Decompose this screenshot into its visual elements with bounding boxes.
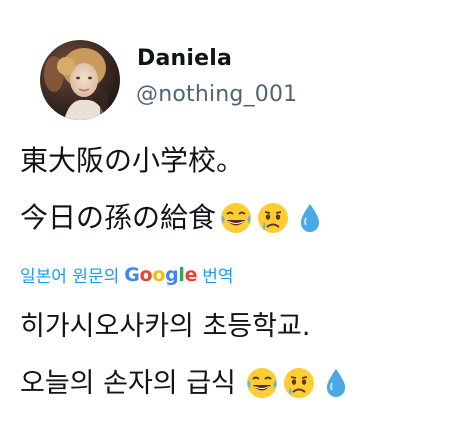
avatar[interactable]	[40, 40, 120, 120]
translation-prefix: 일본어 원문의	[20, 267, 120, 287]
droplet-icon	[319, 366, 353, 400]
translated-text: 오늘의 손자의 급식	[20, 367, 236, 399]
tweet-text: 今日の孫の給食	[20, 201, 217, 234]
face-with-tears-of-joy-icon	[219, 201, 253, 235]
translation-suffix: 번역	[202, 267, 234, 287]
translation-attribution[interactable]: 일본어 원문의 Google 번역	[20, 262, 234, 288]
droplet-icon	[293, 201, 327, 235]
tweet-text-line: 東大阪の小学校。	[20, 147, 244, 175]
crying-face-icon	[282, 366, 316, 400]
crying-face-icon	[256, 201, 290, 235]
user-handle[interactable]: @nothing_001	[136, 82, 297, 107]
tweet-card[interactable]: Daniela @nothing_001 東大阪の小学校。 今日の孫の給食 일본…	[0, 0, 465, 445]
display-name[interactable]: Daniela	[137, 46, 232, 71]
tweet-text: 東大阪の小学校。	[20, 144, 245, 177]
tweet-text-line: 今日の孫の給食	[20, 201, 327, 235]
translated-text: 히가시오사카의 초등학교.	[20, 311, 311, 342]
google-logo: Google	[124, 263, 198, 286]
face-with-tears-of-joy-icon	[245, 366, 279, 400]
avatar-photo	[40, 40, 120, 120]
translated-text-line: 오늘의 손자의 급식	[20, 366, 353, 400]
translated-text-line: 히가시오사카의 초등학교.	[20, 313, 310, 340]
